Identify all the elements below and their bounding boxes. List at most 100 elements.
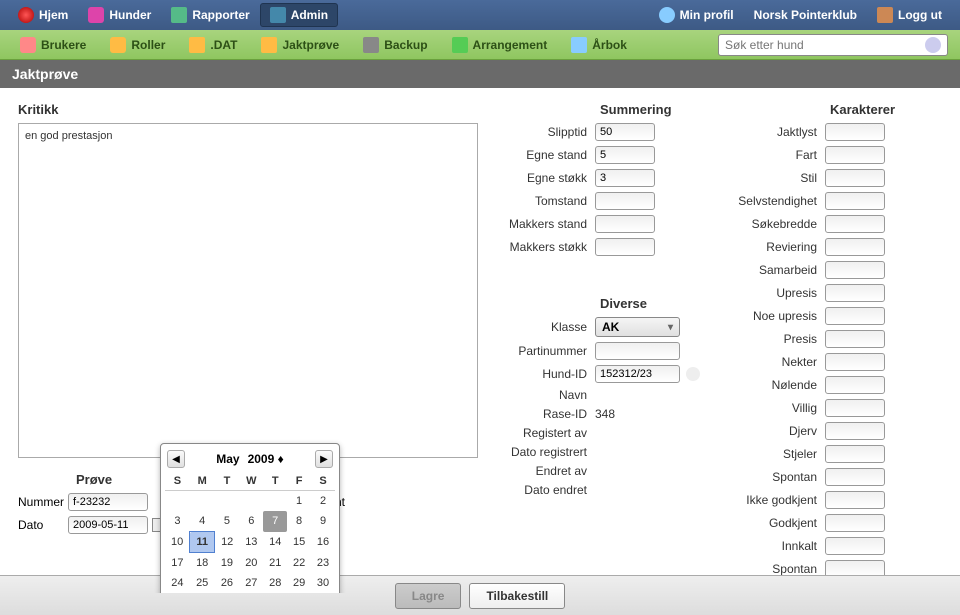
search-icon[interactable] — [925, 37, 941, 53]
datepicker-day[interactable]: 21 — [263, 553, 287, 574]
karakter-input[interactable] — [825, 215, 885, 233]
datepicker-day[interactable]: 13 — [239, 532, 263, 553]
search-input[interactable] — [725, 38, 925, 52]
subnav-roller[interactable]: Roller — [98, 33, 177, 57]
karakter-label: Jaktlyst — [730, 125, 825, 139]
klasse-select[interactable]: AK — [595, 317, 680, 337]
datepicker-year[interactable]: 2009 — [248, 452, 275, 466]
nav-profil[interactable]: Min profil — [649, 3, 744, 27]
karakter-input[interactable] — [825, 376, 885, 394]
reset-button[interactable]: Tilbakestill — [469, 583, 565, 609]
karakter-input[interactable] — [825, 445, 885, 463]
backup-icon — [363, 37, 379, 53]
karakter-input[interactable] — [825, 422, 885, 440]
diverse-input[interactable] — [595, 342, 680, 360]
nav-hjem[interactable]: Hjem — [8, 3, 78, 27]
nummer-input[interactable] — [68, 493, 148, 511]
karakter-label: Reviering — [730, 240, 825, 254]
karakter-input[interactable] — [825, 146, 885, 164]
datepicker-day[interactable]: 27 — [239, 573, 263, 593]
karakter-input[interactable] — [825, 261, 885, 279]
subnav-brukere[interactable]: Brukere — [8, 33, 98, 57]
diverse-input[interactable] — [595, 365, 680, 383]
datepicker-day[interactable]: 7 — [263, 511, 287, 532]
datepicker-next[interactable]: ▶ — [315, 450, 333, 468]
datepicker-day[interactable]: 22 — [287, 553, 311, 574]
karakter-label: Søkebredde — [730, 217, 825, 231]
datepicker-day[interactable]: 6 — [239, 511, 263, 532]
datepicker-day[interactable]: 30 — [311, 573, 335, 593]
karakterer-title: Karakterer — [830, 102, 915, 117]
datepicker-day[interactable]: 23 — [311, 553, 335, 574]
datepicker-day[interactable]: 15 — [287, 532, 311, 553]
nav-logout[interactable]: Logg ut — [867, 3, 952, 27]
datepicker-day[interactable]: 1 — [287, 491, 311, 512]
nav-admin[interactable]: Admin — [260, 3, 338, 27]
karakter-label: Djerv — [730, 424, 825, 438]
datepicker-day[interactable]: 25 — [190, 573, 215, 593]
subnav-arbok[interactable]: Årbok — [559, 33, 639, 57]
datepicker-prev[interactable]: ◀ — [167, 450, 185, 468]
datepicker-day[interactable]: 8 — [287, 511, 311, 532]
subnav-dat[interactable]: .DAT — [177, 33, 249, 57]
nav-klub[interactable]: Norsk Pointerklub — [744, 4, 867, 26]
summering-input[interactable] — [595, 146, 655, 164]
subnav-backup[interactable]: Backup — [351, 33, 439, 57]
datepicker-day[interactable]: 3 — [165, 511, 190, 532]
sub-nav: Brukere Roller .DAT Jaktprøve Backup Arr… — [0, 30, 960, 60]
summering-input[interactable] — [595, 215, 655, 233]
karakter-input[interactable] — [825, 537, 885, 555]
search-box[interactable] — [718, 34, 948, 56]
datepicker-day[interactable]: 14 — [263, 532, 287, 553]
datepicker-day[interactable]: 12 — [215, 532, 240, 553]
logout-icon — [877, 7, 893, 23]
datepicker-day[interactable]: 19 — [215, 553, 240, 574]
summering-input[interactable] — [595, 123, 655, 141]
dato-input[interactable] — [68, 516, 148, 534]
karakter-input[interactable] — [825, 192, 885, 210]
nav-hunder[interactable]: Hunder — [78, 3, 161, 27]
karakter-input[interactable] — [825, 330, 885, 348]
datepicker-day[interactable]: 9 — [311, 511, 335, 532]
datepicker-day[interactable]: 11 — [190, 532, 215, 553]
karakter-input[interactable] — [825, 353, 885, 371]
karakter-input[interactable] — [825, 169, 885, 187]
diverse-label: Registert av — [500, 426, 595, 440]
subnav-jaktprove[interactable]: Jaktprøve — [249, 33, 351, 57]
save-button[interactable]: Lagre — [395, 583, 462, 609]
summering-input[interactable] — [595, 192, 655, 210]
karakter-input[interactable] — [825, 399, 885, 417]
datepicker-day[interactable]: 28 — [263, 573, 287, 593]
datepicker-day[interactable]: 10 — [165, 532, 190, 553]
nav-rapporter[interactable]: Rapporter — [161, 3, 259, 27]
datepicker-day[interactable]: 5 — [215, 511, 240, 532]
footer-bar: Lagre Tilbakestill — [0, 575, 960, 615]
datepicker-day[interactable]: 26 — [215, 573, 240, 593]
karakter-input[interactable] — [825, 284, 885, 302]
karakter-label: Ikke godkjent — [730, 493, 825, 507]
summering-label: Slipptid — [500, 125, 595, 139]
datepicker-day[interactable]: 17 — [165, 553, 190, 574]
datepicker-day[interactable]: 18 — [190, 553, 215, 574]
datepicker-month[interactable]: May — [216, 452, 239, 466]
datepicker-day[interactable]: 24 — [165, 573, 190, 593]
summering-input[interactable] — [595, 238, 655, 256]
datepicker-day[interactable]: 4 — [190, 511, 215, 532]
karakter-input[interactable] — [825, 468, 885, 486]
diverse-title: Diverse — [600, 296, 700, 311]
subnav-arrangement[interactable]: Arrangement — [440, 33, 560, 57]
datepicker-dow: T — [263, 472, 287, 491]
datepicker-day[interactable]: 16 — [311, 532, 335, 553]
summering-label: Tomstand — [500, 194, 595, 208]
karakter-input[interactable] — [825, 238, 885, 256]
karakter-input[interactable] — [825, 307, 885, 325]
karakter-input[interactable] — [825, 514, 885, 532]
karakter-input[interactable] — [825, 123, 885, 141]
karakter-input[interactable] — [825, 491, 885, 509]
datepicker-day[interactable]: 20 — [239, 553, 263, 574]
kritikk-textarea[interactable]: en god prestasjon — [18, 123, 478, 458]
diverse-label: Rase-ID — [500, 407, 595, 421]
datepicker-day[interactable]: 29 — [287, 573, 311, 593]
datepicker-day[interactable]: 2 — [311, 491, 335, 512]
summering-input[interactable] — [595, 169, 655, 187]
